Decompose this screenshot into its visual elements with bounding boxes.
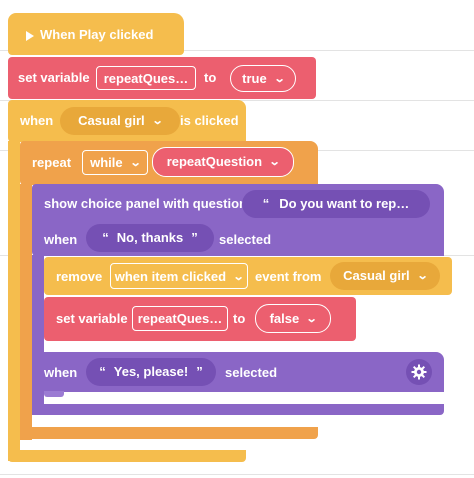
repeat-mode-dropdown[interactable]: while ⌄ [82,150,148,175]
quote-icon: ” [191,230,198,245]
chevron-down-icon: ⌄ [232,270,245,283]
when-clicked-arm [8,141,20,461]
chevron-down-icon: ⌄ [273,72,286,85]
variable-field[interactable]: repeatQues… [96,66,196,90]
quote-icon: “ [102,230,109,245]
target-label: Casual girl [343,268,410,283]
value-dropdown[interactable]: true ⌄ [230,65,296,92]
remove-event-block[interactable]: remove when item clicked ⌄ event from Cas… [44,257,452,295]
condition-label: repeatQuestion [166,154,263,169]
block-label: set variable [56,311,128,326]
block-label: is clicked [180,113,239,128]
value-label: true [242,70,267,86]
chevron-down-icon: ⌄ [416,270,429,282]
mode-label: while [90,155,123,170]
option2-field[interactable]: “ Yes, please! ” [86,358,216,386]
question-field[interactable]: “ Do you want to rep… [242,190,430,218]
value-dropdown[interactable]: false ⌄ [255,304,331,333]
block-label: when [44,232,78,247]
option2-row[interactable]: when “ Yes, please! ” selected [32,352,444,392]
block-label: set variable [18,70,90,85]
play-icon [26,30,34,41]
variable-field[interactable]: repeatQues… [132,306,228,331]
when-clicked-footer [8,450,246,462]
target-label: Casual girl [78,113,145,128]
block-label: selected [225,365,278,380]
grid-line [0,474,474,475]
quote-icon: “ [99,364,106,379]
chevron-down-icon: ⌄ [129,157,142,169]
choice-panel-footer [32,404,444,415]
chevron-down-icon: ⌄ [305,312,318,325]
chevron-down-icon: ⌄ [268,156,281,168]
block-label: remove [56,269,103,284]
option2-label: Yes, please! [113,364,189,379]
block-label: to [233,311,246,326]
event-label: when item clicked [114,268,227,284]
repeat-condition-dropdown[interactable]: repeatQuestion ⌄ [152,147,294,177]
choice-panel-block[interactable]: show choice panel with question “ Do you … [32,184,444,256]
value-label: false [269,310,300,326]
target-dropdown[interactable]: Casual girl ⌄ [60,107,180,135]
block-label: event from [255,269,322,284]
option1-label: No, thanks [116,230,184,245]
block-label: show choice panel with question [44,196,247,211]
event-dropdown[interactable]: when item clicked ⌄ [110,263,248,289]
when-clicked-block[interactable]: when Casual girl ⌄ is clicked [8,100,246,142]
block-label: When Play clicked [40,27,154,42]
repeat-block[interactable]: repeat while ⌄ repeatQuestion ⌄ [20,141,318,185]
repeat-footer [20,427,318,439]
remove-target-dropdown[interactable]: Casual girl ⌄ [330,262,440,290]
option1-field[interactable]: “ No, thanks ” [86,224,214,252]
block-label: when [20,113,54,128]
repeat-arm [20,184,32,440]
block-label: repeat [32,155,72,170]
block-label: to [204,70,217,85]
set-variable-block[interactable]: set variable repeatQues… to false ⌄ [44,297,356,341]
when-play-clicked-block[interactable]: When Play clicked [8,13,184,55]
quote-icon: ” [196,364,203,379]
question-label: Do you want to rep… [279,196,410,211]
set-variable-block[interactable]: set variable repeatQues… to true ⌄ [8,57,316,99]
quote-icon: “ [262,196,270,211]
block-label: when [44,365,78,380]
gear-icon[interactable] [406,359,432,385]
block-label: selected [219,232,272,247]
chevron-down-icon: ⌄ [151,115,164,127]
option2-footer-slot [44,391,64,397]
